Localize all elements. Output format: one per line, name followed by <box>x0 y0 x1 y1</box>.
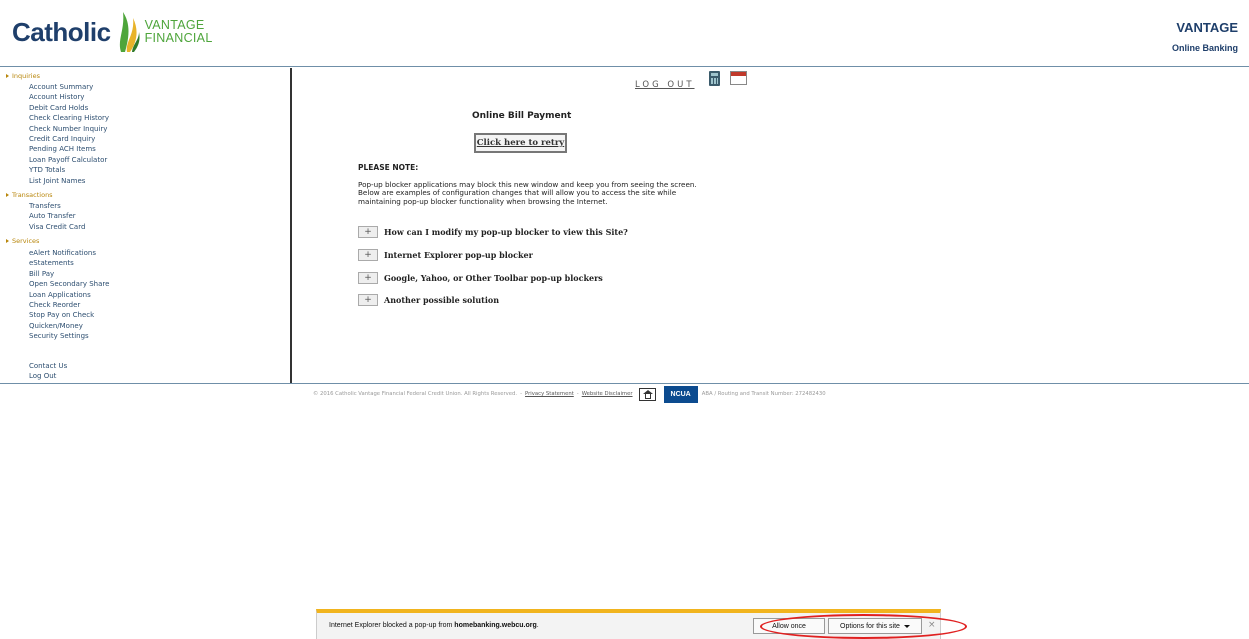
sidebar-item-visa-credit-card[interactable]: Visa Credit Card <box>29 223 85 231</box>
footer-separator: - <box>576 391 579 397</box>
sidebar-section-label: Services <box>12 237 40 245</box>
brand-title: VANTAGE <box>1176 20 1238 35</box>
page-title: Online Bill Payment <box>472 111 572 121</box>
chevron-down-icon <box>903 624 910 628</box>
expand-plus-icon[interactable]: + <box>358 226 378 238</box>
site-footer: © 2016 Catholic Vantage Financial Federa… <box>313 385 826 403</box>
sidebar-item-check-number-inquiry[interactable]: Check Number Inquiry <box>29 125 107 133</box>
popup-blocked-message: Internet Explorer blocked a pop-up from … <box>329 622 539 629</box>
page: Catholic VANTAGE FINANCIAL VANTAGE Onlin… <box>0 0 1249 639</box>
faq-label: Internet Explorer pop-up blocker <box>384 250 533 260</box>
message-suffix: . <box>536 622 539 629</box>
sidebar-item-check-reorder[interactable]: Check Reorder <box>29 301 80 309</box>
bank-logo[interactable]: Catholic VANTAGE FINANCIAL <box>12 8 213 56</box>
options-label: Options for this site <box>840 622 900 630</box>
flame-logo-icon <box>119 12 140 52</box>
sidebar-item-check-clearing-history[interactable]: Check Clearing History <box>29 114 109 122</box>
equal-housing-icon <box>638 387 656 401</box>
privacy-statement-link[interactable]: Privacy Statement <box>525 391 574 397</box>
note-body: Pop-up blocker applications may block th… <box>358 180 697 206</box>
sidebar-item-transfers[interactable]: Transfers <box>29 202 61 210</box>
sidebar-item-credit-card-inquiry[interactable]: Credit Card Inquiry <box>29 135 95 143</box>
sidebar-section-transactions[interactable]: Transactions <box>6 191 53 199</box>
triangle-right-icon <box>6 193 9 197</box>
retry-button[interactable]: Click here to retry <box>474 133 567 153</box>
sidebar-section-inquiries[interactable]: Inquiries <box>6 72 40 80</box>
sidebar-item-pending-ach-items[interactable]: Pending ACH Items <box>29 145 96 153</box>
note-heading: PLEASE NOTE: <box>358 163 419 172</box>
copyright-text: © 2016 Catholic Vantage Financial Federa… <box>313 391 518 397</box>
sidebar-section-label: Transactions <box>12 191 53 199</box>
triangle-right-icon <box>6 74 9 78</box>
faq-item-ie-blocker[interactable]: + Internet Explorer pop-up blocker <box>358 249 533 261</box>
sidebar-item-open-secondary-share[interactable]: Open Secondary Share <box>29 280 109 288</box>
footer-separator: - <box>520 391 523 397</box>
sidebar-item-ealert-notifications[interactable]: eAlert Notifications <box>29 249 96 257</box>
expand-plus-icon[interactable]: + <box>358 272 378 284</box>
allow-once-button[interactable]: Allow once <box>753 618 825 634</box>
sidebar-item-bill-pay[interactable]: Bill Pay <box>29 270 54 278</box>
sidebar-item-estatements[interactable]: eStatements <box>29 259 74 267</box>
sidebar-item-auto-transfer[interactable]: Auto Transfer <box>29 212 76 220</box>
logout-link[interactable]: LOG OUT <box>635 80 695 90</box>
calculator-icon[interactable] <box>709 71 720 86</box>
routing-number-text: ABA / Routing and Transit Number: 272482… <box>701 391 826 397</box>
sidebar-item-log-out[interactable]: Log Out <box>29 372 56 380</box>
retry-button-label: Click here to retry <box>476 138 565 148</box>
ie-notification-bar: Internet Explorer blocked a pop-up from … <box>316 609 941 639</box>
sidebar-section-services[interactable]: Services <box>6 237 39 245</box>
brand-block: VANTAGE Online Banking <box>1172 20 1238 53</box>
website-disclaimer-link[interactable]: Website Disclaimer <box>582 391 633 397</box>
faq-label: Another possible solution <box>384 295 500 305</box>
sidebar-item-loan-applications[interactable]: Loan Applications <box>29 291 91 299</box>
calendar-icon[interactable] <box>730 71 747 85</box>
sidebar-item-quicken-money[interactable]: Quicken/Money <box>29 322 83 330</box>
sidebar-item-account-summary[interactable]: Account Summary <box>29 83 93 91</box>
expand-plus-icon[interactable]: + <box>358 249 378 261</box>
sidebar-item-ytd-totals[interactable]: YTD Totals <box>29 166 65 174</box>
content-divider <box>0 383 1249 384</box>
triangle-right-icon <box>6 239 9 243</box>
expand-plus-icon[interactable]: + <box>358 294 378 306</box>
logo-subtitle: VANTAGE FINANCIAL <box>145 19 213 45</box>
sidebar-item-contact-us[interactable]: Contact Us <box>29 362 67 370</box>
faq-item-modify-blocker[interactable]: + How can I modify my pop-up blocker to … <box>358 226 628 238</box>
options-for-site-button[interactable]: Options for this site <box>828 618 922 634</box>
sidebar-item-debit-card-holds[interactable]: Debit Card Holds <box>29 104 88 112</box>
sidebar-nav: Inquiries Account Summary Account Histor… <box>0 68 292 383</box>
sidebar-item-stop-pay-on-check[interactable]: Stop Pay on Check <box>29 311 94 319</box>
sidebar-section-label: Inquiries <box>12 72 40 80</box>
site-header: Catholic VANTAGE FINANCIAL VANTAGE Onlin… <box>0 0 1249 67</box>
faq-item-toolbar-blockers[interactable]: + Google, Yahoo, or Other Toolbar pop-up… <box>358 272 603 284</box>
blocked-domain: homebanking.webcu.org <box>454 622 537 629</box>
message-prefix: Internet Explorer blocked a pop-up from <box>329 622 455 629</box>
ncua-badge: NCUA <box>663 385 698 403</box>
faq-label: Google, Yahoo, or Other Toolbar pop-up b… <box>384 273 603 283</box>
logo-wordmark: Catholic <box>12 16 111 47</box>
close-icon[interactable]: × <box>928 620 936 630</box>
sidebar-item-account-history[interactable]: Account History <box>29 93 84 101</box>
brand-subtitle: Online Banking <box>1171 43 1238 53</box>
faq-item-another-solution[interactable]: + Another possible solution <box>358 294 499 306</box>
sidebar-item-loan-payoff-calculator[interactable]: Loan Payoff Calculator <box>29 156 107 164</box>
sidebar-item-security-settings[interactable]: Security Settings <box>29 332 89 340</box>
sidebar-item-list-joint-names[interactable]: List Joint Names <box>29 177 85 185</box>
logo-line-financial: FINANCIAL <box>144 31 213 45</box>
faq-label: How can I modify my pop-up blocker to vi… <box>384 227 628 237</box>
